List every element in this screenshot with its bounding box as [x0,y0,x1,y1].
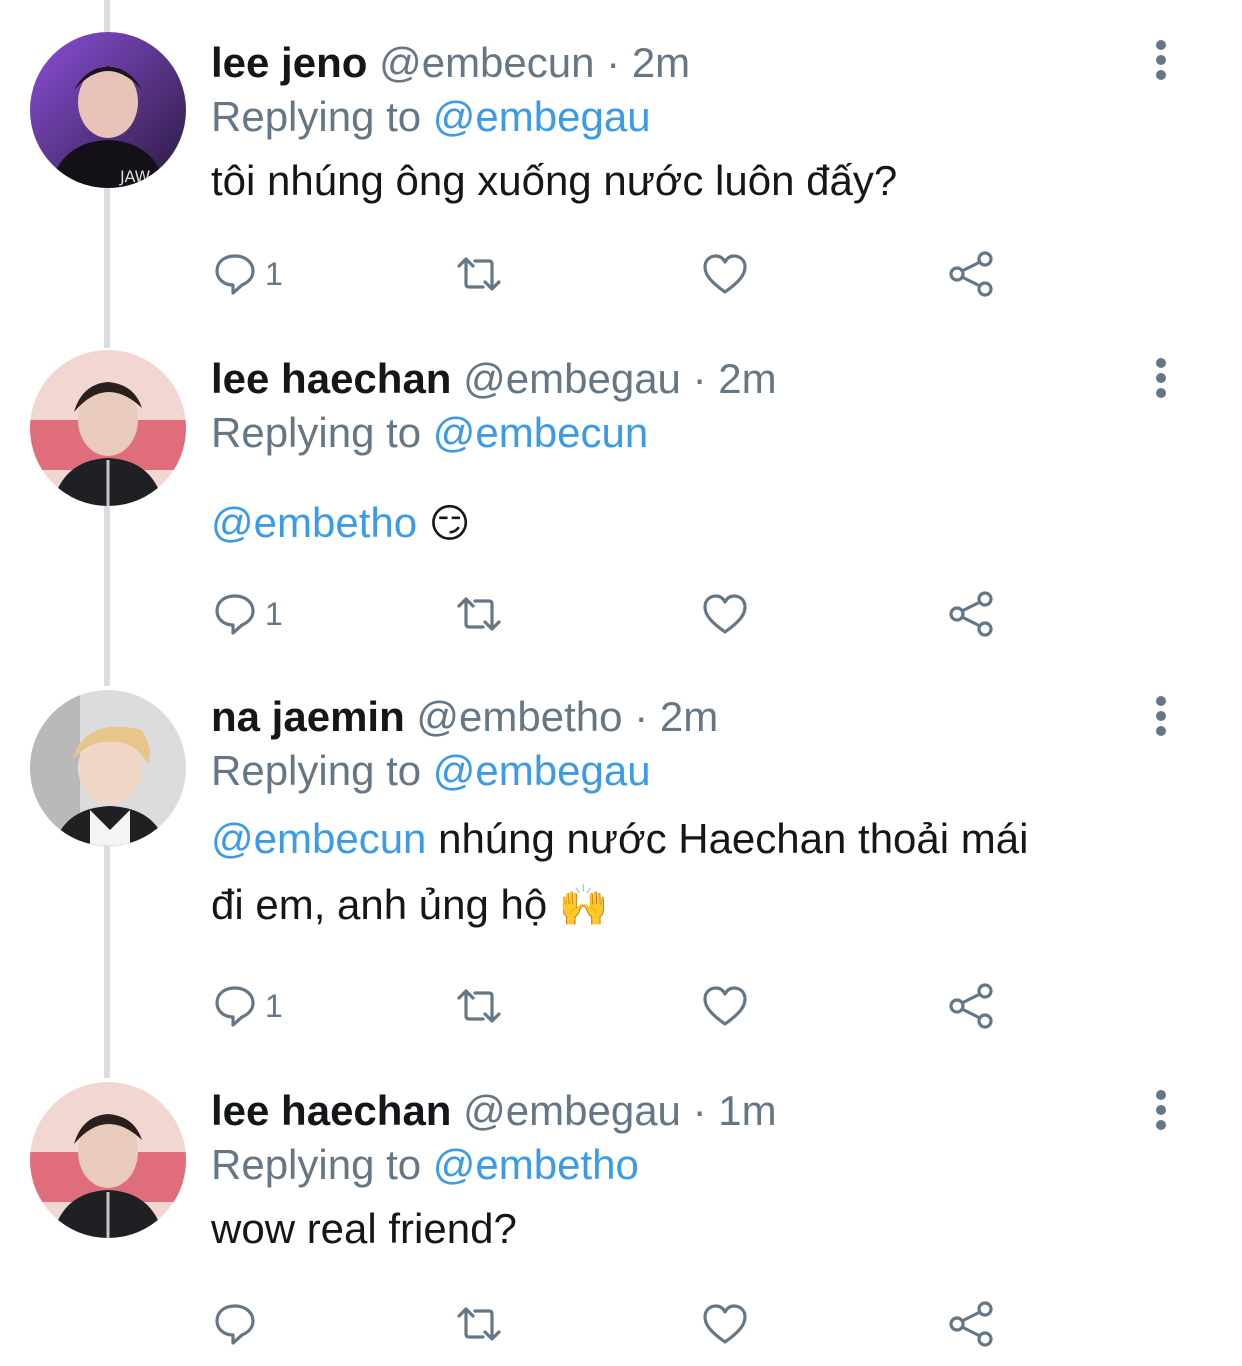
thread-connector-line [104,0,110,36]
retweet-icon [457,989,501,1023]
display-name[interactable]: lee haechan [211,355,451,402]
share-icon [949,1301,993,1347]
avatar[interactable] [30,1082,186,1238]
tweet-header: lee jeno @embecun · 2m [211,36,1182,90]
replying-to-label: Replying to [211,93,422,140]
timestamp[interactable]: · 1m [693,1087,777,1134]
reply-icon [215,254,255,295]
replying-to-mention[interactable]: @embegau [433,747,651,794]
share-button[interactable] [947,250,995,298]
heart-icon [703,254,747,294]
tweet-actions: 1 [211,250,1011,298]
replying-to: Replying to @embegau [211,90,1182,144]
tweet-text: wow real friend? [211,1205,517,1252]
replying-to-mention[interactable]: @embecun [433,409,648,456]
avatar[interactable] [30,350,186,506]
retweet-icon [457,597,501,631]
reply-icon [215,986,255,1027]
reply-icon [215,594,255,635]
like-button[interactable] [701,590,749,638]
avatar[interactable]: JAW [30,32,186,188]
reply-button[interactable] [211,1300,265,1348]
mention-link[interactable]: @embecun [211,815,426,862]
tweet-actions: 1 [211,982,1011,1030]
timestamp[interactable]: · 2m [634,693,718,740]
svg-text:JAW: JAW [119,167,151,186]
thread-connector-line [104,506,110,686]
more-options-icon[interactable] [1150,1090,1172,1130]
username[interactable]: @embecun [379,39,594,86]
tweet-header: lee haechan @embegau · 1m [211,1084,1182,1138]
share-button[interactable] [947,982,995,1030]
more-options-icon[interactable] [1150,358,1172,398]
share-icon [949,591,993,637]
display-name[interactable]: lee jeno [211,39,367,86]
replying-to-label: Replying to [211,1141,422,1188]
tweet-text-line2: đi em, anh ủng hộ [211,881,548,928]
username[interactable]: @embegau [463,355,681,402]
heart-icon [703,594,747,634]
retweet-button[interactable] [455,250,503,298]
retweet-icon [457,257,501,291]
reply-button[interactable]: 1 [211,590,283,638]
replying-to-mention[interactable]: @embegau [433,93,651,140]
avatar[interactable] [30,690,186,846]
tweet-header: na jaemin @embetho · 2m [211,690,1182,744]
thread-connector-line [104,846,110,1078]
like-button[interactable] [701,1300,749,1348]
reply-count: 1 [265,987,283,1024]
reply-button[interactable]: 1 [211,250,283,298]
reply-thread: JAW lee jeno @embecun · 2m Replying to @… [0,0,1242,1366]
share-icon [949,983,993,1029]
tweet-text: tôi nhúng ông xuống nước luôn đấy? [211,157,898,204]
raised-hands-emoji: 🙌 [558,883,609,929]
share-button[interactable] [947,1300,995,1348]
like-button[interactable] [701,250,749,298]
reply-count: 1 [265,595,283,632]
retweet-button[interactable] [455,982,503,1030]
heart-icon [703,1304,747,1344]
more-options-icon[interactable] [1150,40,1172,80]
heart-icon [703,986,747,1026]
reply-count: 1 [265,255,283,292]
username[interactable]: @embegau [463,1087,681,1134]
username[interactable]: @embetho [416,693,622,740]
replying-to: Replying to @embecun [211,406,1182,460]
retweet-button[interactable] [455,590,503,638]
tweet-actions [211,1300,1011,1348]
retweet-icon [457,1307,501,1341]
tweet-text: @embecun nhúng nước Haechan thoải mái đi… [211,806,1182,939]
replying-to-mention[interactable]: @embetho [433,1141,639,1188]
tweet-text-line1: nhúng nước Haechan thoải mái [438,815,1029,862]
display-name[interactable]: lee haechan [211,1087,451,1134]
more-options-icon[interactable] [1150,696,1172,736]
tweet-header: lee haechan @embegau · 2m [211,352,1182,406]
reply-button[interactable]: 1 [211,982,283,1030]
replying-to-label: Replying to [211,747,422,794]
replying-to: Replying to @embegau [211,744,1182,798]
reply-icon [215,1304,255,1345]
share-button[interactable] [947,590,995,638]
tweet-text: @embetho 😏 [211,490,1182,557]
like-button[interactable] [701,982,749,1030]
mention-link[interactable]: @embetho [211,499,417,546]
retweet-button[interactable] [455,1300,503,1348]
thread-connector-line [104,188,110,348]
smirk-emoji: 😏 [428,501,471,547]
replying-to: Replying to @embetho [211,1138,1182,1192]
tweet-actions: 1 [211,590,1011,638]
timestamp[interactable]: · 2m [606,39,690,86]
share-icon [949,251,993,297]
replying-to-label: Replying to [211,409,422,456]
display-name[interactable]: na jaemin [211,693,405,740]
timestamp[interactable]: · 2m [693,355,777,402]
